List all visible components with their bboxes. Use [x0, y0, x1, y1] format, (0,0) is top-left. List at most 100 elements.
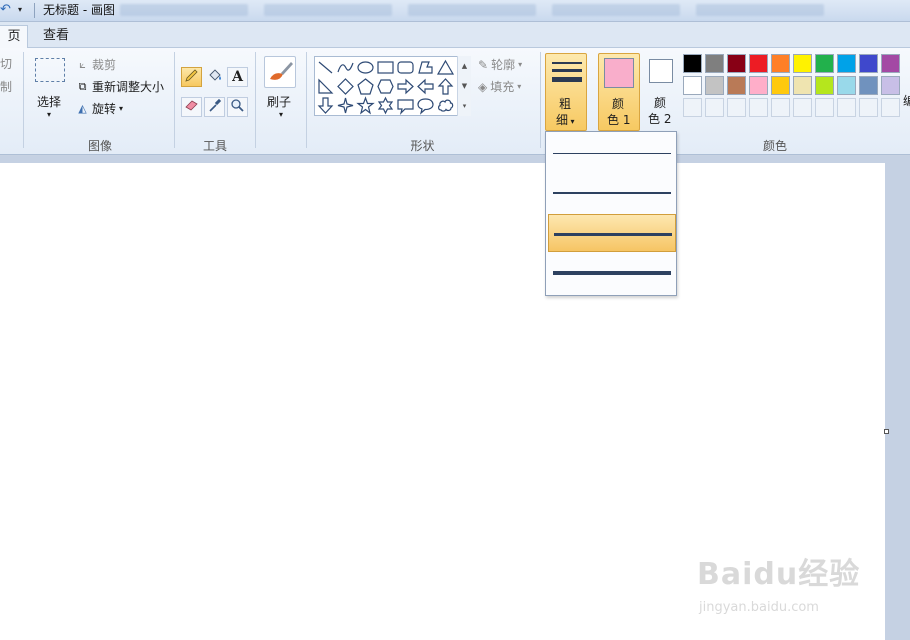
- rectangular-callout-shape[interactable]: [396, 96, 415, 115]
- palette-color-swatch[interactable]: [793, 76, 812, 95]
- palette-color-swatch[interactable]: [815, 76, 834, 95]
- size-option-3px[interactable]: [548, 174, 676, 212]
- quick-access-dropdown[interactable]: ▾: [18, 3, 28, 17]
- down-arrow-shape[interactable]: [316, 96, 335, 115]
- oval-callout-shape[interactable]: [416, 96, 435, 115]
- palette-empty-swatch[interactable]: [837, 98, 856, 117]
- magnifier-tool[interactable]: [227, 97, 248, 117]
- crop-label: 裁剪: [92, 58, 117, 72]
- palette-empty-swatch[interactable]: [683, 98, 702, 117]
- brush-label[interactable]: 刷子: [267, 93, 291, 110]
- palette-empty-swatch[interactable]: [859, 98, 878, 117]
- right-triangle-shape[interactable]: [316, 77, 335, 96]
- oval-shape[interactable]: [356, 58, 375, 77]
- palette-color-swatch[interactable]: [881, 76, 900, 95]
- size-option-1px[interactable]: [548, 134, 676, 172]
- crop-button[interactable]: ⟀ 裁剪: [76, 56, 116, 73]
- palette-color-swatch[interactable]: [859, 54, 878, 73]
- ribbon-tab-strip: 页 查看: [0, 22, 910, 49]
- palette-empty-swatch[interactable]: [815, 98, 834, 117]
- rectangle-shape[interactable]: [376, 58, 395, 77]
- rotate-button[interactable]: ◭ 旋转 ▾: [76, 100, 123, 117]
- palette-empty-swatch[interactable]: [749, 98, 768, 117]
- color-1-label-line1: 颜: [612, 97, 625, 111]
- six-point-star-shape[interactable]: [376, 96, 395, 115]
- tab-home[interactable]: 页: [0, 25, 28, 49]
- shapes-gallery-scrollbar[interactable]: ▲ ▼ ▾: [457, 56, 471, 116]
- fill-tool[interactable]: [204, 67, 225, 87]
- palette-empty-swatch[interactable]: [727, 98, 746, 117]
- up-arrow-shape[interactable]: [436, 77, 455, 96]
- copy-button[interactable]: 制: [0, 78, 12, 95]
- eraser-tool[interactable]: [181, 97, 202, 117]
- palette-color-swatch[interactable]: [793, 54, 812, 73]
- tab-view[interactable]: 查看: [40, 25, 72, 49]
- palette-color-swatch[interactable]: [683, 76, 702, 95]
- palette-color-swatch[interactable]: [881, 54, 900, 73]
- palette-color-swatch[interactable]: [727, 54, 746, 73]
- group-divider: [174, 52, 175, 148]
- select-icon[interactable]: [35, 58, 65, 82]
- color-2-label-line2: 色 2: [648, 112, 672, 126]
- palette-empty-swatch[interactable]: [881, 98, 900, 117]
- edit-colors-button[interactable]: 编: [903, 92, 910, 109]
- fill-icon: ◈: [478, 79, 488, 94]
- brush-dropdown-arrow[interactable]: ▾: [279, 110, 283, 119]
- palette-empty-swatch[interactable]: [793, 98, 812, 117]
- size-label-line1: 粗: [559, 97, 572, 111]
- outline-button[interactable]: ✎ 轮廓 ▾: [478, 56, 522, 73]
- left-arrow-shape[interactable]: [416, 77, 435, 96]
- canvas-resize-handle[interactable]: [884, 429, 889, 434]
- pencil-tool[interactable]: [181, 67, 202, 87]
- five-point-star-shape[interactable]: [356, 96, 375, 115]
- text-tool[interactable]: A: [227, 67, 248, 87]
- diamond-shape[interactable]: [336, 77, 355, 96]
- select-dropdown-arrow[interactable]: ▾: [47, 110, 51, 119]
- palette-color-swatch[interactable]: [705, 54, 724, 73]
- size-option-5px[interactable]: [548, 214, 676, 252]
- size-option-8px[interactable]: [548, 254, 676, 292]
- palette-color-swatch[interactable]: [837, 76, 856, 95]
- right-arrow-shape[interactable]: [396, 77, 415, 96]
- scroll-up-arrow[interactable]: ▲: [458, 56, 471, 76]
- size-option-line: [553, 153, 671, 154]
- color-picker-tool[interactable]: [204, 97, 225, 117]
- color-1-label-line2: 色 1: [607, 113, 631, 127]
- line-shape[interactable]: [316, 58, 335, 77]
- color-1-button[interactable]: 颜 色 1: [598, 53, 640, 131]
- pentagon-shape[interactable]: [356, 77, 375, 96]
- four-point-star-shape[interactable]: [336, 96, 355, 115]
- pencil-icon: [185, 69, 198, 82]
- palette-color-swatch[interactable]: [771, 54, 790, 73]
- palette-color-swatch[interactable]: [749, 54, 768, 73]
- fill-button[interactable]: ◈ 填充 ▾: [478, 78, 521, 95]
- palette-color-swatch[interactable]: [727, 76, 746, 95]
- resize-icon: ⧉: [78, 80, 87, 93]
- resize-label: 重新调整大小: [92, 80, 165, 94]
- hexagon-shape[interactable]: [376, 77, 395, 96]
- palette-color-swatch[interactable]: [771, 76, 790, 95]
- palette-color-swatch[interactable]: [749, 76, 768, 95]
- gallery-expand-arrow[interactable]: ▾: [458, 96, 471, 116]
- size-button[interactable]: 粗 细 ▾: [545, 53, 587, 131]
- curve-shape[interactable]: [336, 58, 355, 77]
- brush-button[interactable]: [264, 56, 296, 88]
- scroll-down-arrow[interactable]: ▼: [458, 76, 471, 96]
- triangle-shape[interactable]: [436, 58, 455, 77]
- size-line-medium-icon: [552, 69, 582, 72]
- palette-color-swatch[interactable]: [837, 54, 856, 73]
- undo-icon[interactable]: ↶: [0, 3, 14, 17]
- color-2-button[interactable]: 颜 色 2: [645, 53, 677, 131]
- resize-button[interactable]: ⧉ 重新调整大小: [76, 78, 164, 95]
- palette-empty-swatch[interactable]: [771, 98, 790, 117]
- cut-button[interactable]: 切: [0, 55, 12, 72]
- rounded-rectangle-shape[interactable]: [396, 58, 415, 77]
- palette-empty-swatch[interactable]: [705, 98, 724, 117]
- palette-color-swatch[interactable]: [705, 76, 724, 95]
- palette-color-swatch[interactable]: [683, 54, 702, 73]
- palette-color-swatch[interactable]: [815, 54, 834, 73]
- select-button-label[interactable]: 选择: [37, 93, 61, 110]
- palette-color-swatch[interactable]: [859, 76, 878, 95]
- polygon-shape[interactable]: [416, 58, 435, 77]
- cloud-callout-shape[interactable]: [436, 96, 455, 115]
